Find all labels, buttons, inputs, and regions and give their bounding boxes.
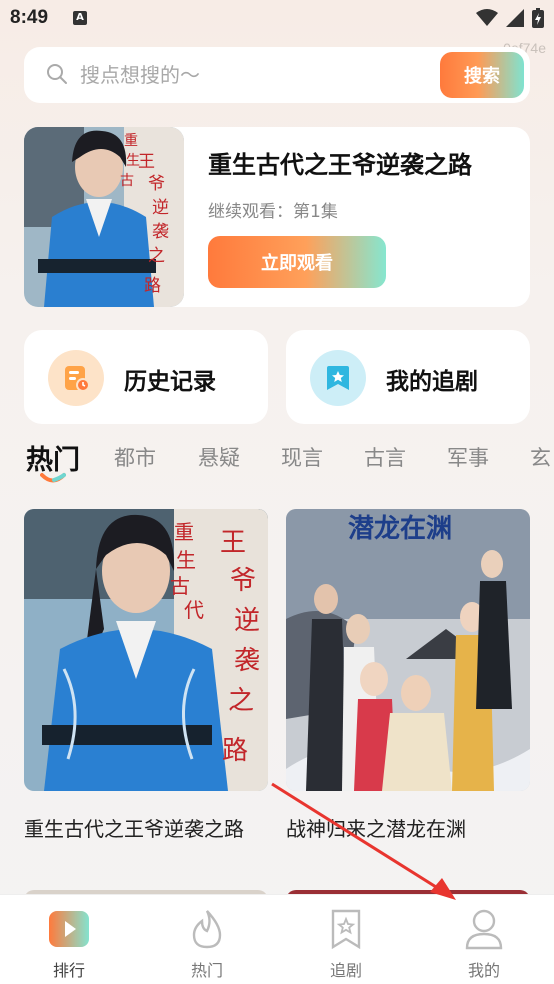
svg-text:逆: 逆 <box>234 606 260 636</box>
user-icon <box>462 907 506 951</box>
history-label: 历史记录 <box>124 369 216 395</box>
svg-text:爷: 爷 <box>148 174 165 194</box>
svg-text:路: 路 <box>222 736 248 766</box>
nav-item-hot[interactable]: 热门 <box>157 907 257 981</box>
svg-text:生: 生 <box>126 153 140 169</box>
nav-label: 我的 <box>467 961 500 980</box>
drama-card[interactable]: 潜龙在渊 战神归来之潜龙在渊 <box>286 509 530 842</box>
drama-title: 战神归来之潜龙在渊 <box>286 817 466 841</box>
continue-watching-card[interactable]: 王 爷 逆 袭 之 路 重 生 古 重生古代之王爷逆袭之路 继续观看：第1集 立… <box>24 127 530 307</box>
my-follow-card[interactable]: 我的追剧 <box>286 330 530 424</box>
battery-icon <box>532 8 544 28</box>
svg-text:逆: 逆 <box>152 198 169 218</box>
search-button[interactable]: 搜索 <box>440 52 524 98</box>
signal-icon <box>506 9 524 27</box>
tab-underline-icon <box>40 473 66 483</box>
svg-text:袭: 袭 <box>234 646 260 676</box>
wifi-icon <box>476 9 498 26</box>
continue-title: 重生古代之王爷逆袭之路 <box>208 151 472 179</box>
search-icon <box>47 64 67 84</box>
tab-fantasy[interactable]: 玄 <box>530 442 551 472</box>
play-icon <box>47 907 91 951</box>
svg-text:代: 代 <box>184 598 204 622</box>
svg-text:古: 古 <box>120 173 134 189</box>
svg-text:袭: 袭 <box>152 222 169 242</box>
bookmark-star-icon <box>310 350 366 406</box>
svg-text:路: 路 <box>144 276 161 296</box>
svg-text:重: 重 <box>124 133 138 149</box>
search-input[interactable] <box>80 59 440 91</box>
nav-item-rank[interactable]: 排行 <box>19 907 119 981</box>
svg-text:王: 王 <box>220 528 246 558</box>
continue-progress: 继续观看：第1集 <box>208 202 338 222</box>
status-time: 8:49 <box>10 7 49 28</box>
notification-icon: A <box>73 11 87 25</box>
follow-label: 我的追剧 <box>386 369 478 395</box>
svg-text:古: 古 <box>170 574 190 598</box>
tab-military[interactable]: 军事 <box>447 442 489 472</box>
bookmark-star-icon <box>324 907 368 951</box>
drama-card[interactable]: 王 爷 逆 袭 之 路 重 生 古 代 重生古代之王爷逆袭之路 <box>24 509 268 842</box>
nav-item-me[interactable]: 我的 <box>434 907 534 981</box>
status-icons <box>476 8 544 28</box>
svg-text:之: 之 <box>148 246 165 266</box>
drama-poster[interactable]: 王 爷 逆 袭 之 路 重 生 古 代 <box>24 509 268 791</box>
flame-icon <box>185 907 229 951</box>
nav-label: 追剧 <box>329 961 362 980</box>
bottom-nav: 排行 热门 追剧 我的 <box>0 894 554 984</box>
watch-now-button[interactable]: 立即观看 <box>208 236 386 288</box>
continue-poster[interactable]: 王 爷 逆 袭 之 路 重 生 古 <box>24 127 184 307</box>
drama-title: 重生古代之王爷逆袭之路 <box>24 817 244 841</box>
drama-poster[interactable]: 潜龙在渊 <box>286 509 530 791</box>
search-bar: 搜索 <box>24 47 530 103</box>
category-tabs: 热门 都市 悬疑 现言 古言 军事 玄 <box>26 438 554 490</box>
svg-text:王: 王 <box>138 152 155 172</box>
tab-suspense[interactable]: 悬疑 <box>198 442 240 472</box>
svg-text:重: 重 <box>174 520 194 544</box>
nav-item-follow[interactable]: 追剧 <box>296 907 396 981</box>
svg-text:之: 之 <box>228 686 254 716</box>
nav-label: 排行 <box>52 961 85 980</box>
svg-text:生: 生 <box>176 548 196 572</box>
poster-text: 潜龙在渊 <box>348 514 452 544</box>
tab-ancient-romance[interactable]: 古言 <box>364 442 406 472</box>
history-card[interactable]: 历史记录 <box>24 330 268 424</box>
status-bar: 8:49 A <box>0 0 554 38</box>
history-icon <box>48 350 104 406</box>
tab-modern-romance[interactable]: 现言 <box>281 442 323 472</box>
tab-urban[interactable]: 都市 <box>114 442 156 472</box>
svg-text:爷: 爷 <box>230 566 256 596</box>
nav-label: 热门 <box>190 961 223 980</box>
